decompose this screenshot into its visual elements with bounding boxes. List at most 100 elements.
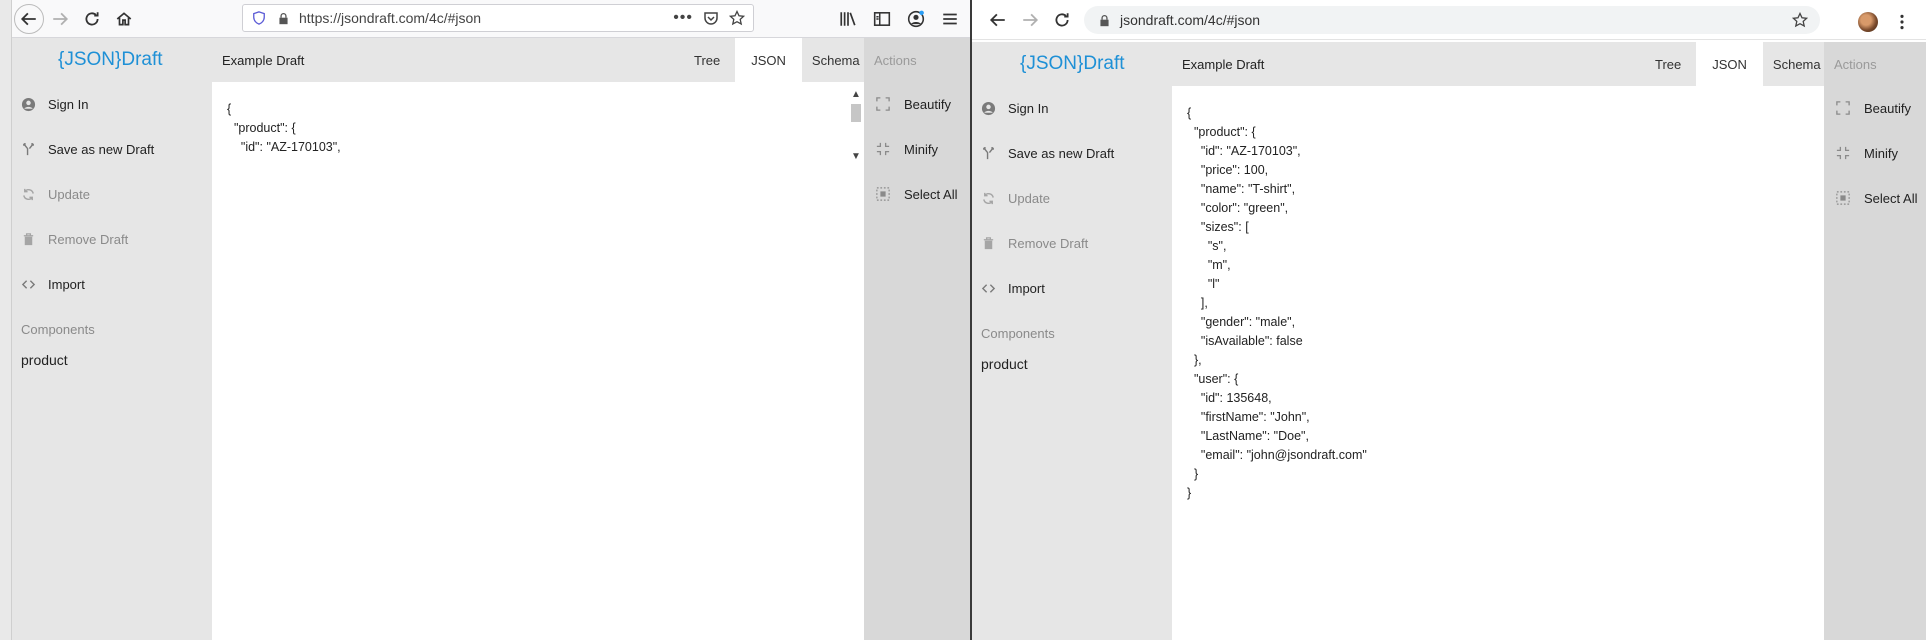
select-all-action[interactable]: Select All [876,182,957,206]
code-line[interactable]: "product": { [1187,123,1367,142]
sync-icon [980,190,996,206]
code-line[interactable]: "color": "green", [1187,199,1367,218]
sidebar: Sign In Save as new Draft Update Remove … [12,82,212,640]
json-editor[interactable]: { "product": { "id": "AZ-170103", ▲ ▼ [212,82,864,640]
save-as-new-draft-item[interactable]: Save as new Draft [20,137,154,161]
remove-draft-label: Remove Draft [1008,235,1089,251]
json-editor[interactable]: { "product": { "id": "AZ-170103", "price… [1172,86,1824,640]
json-code[interactable]: { "product": { "id": "AZ-170103", "price… [1187,104,1367,503]
back-button[interactable] [14,3,44,34]
beautify-action[interactable]: Beautify [876,92,951,116]
app-logo[interactable]: {JSON}Draft [1020,53,1125,75]
component-item-product[interactable]: product [21,352,68,368]
sidebar-toggle-button[interactable] [868,3,896,35]
home-icon [116,11,132,25]
remove-draft-item[interactable]: Remove Draft [20,227,128,251]
remove-draft-item[interactable]: Remove Draft [980,231,1088,255]
forward-arrow-icon [1023,13,1039,26]
update-item[interactable]: Update [20,182,90,206]
jsondraft-app: {JSON}Draft Example Draft Tree JSON Sche… [972,42,1926,640]
account-button[interactable] [902,3,930,35]
code-line[interactable]: "gender": "male", [1187,313,1367,332]
code-line[interactable]: "name": "T-shirt", [1187,180,1367,199]
code-line[interactable]: "firstName": "John", [1187,408,1367,427]
tracking-shield-icon[interactable] [251,10,267,26]
component-item-product[interactable]: product [981,356,1028,372]
code-line[interactable]: "id": 135648, [1187,389,1367,408]
address-bar[interactable]: https://jsondraft.com/4c/#json ••• [242,4,754,32]
import-item[interactable]: Import [980,276,1045,300]
jsondraft-app: {JSON}Draft Example Draft Tree JSON Sche… [12,38,970,640]
chrome-menu-button[interactable] [1888,6,1916,38]
forward-button[interactable] [1014,4,1046,36]
expand-icon [1836,101,1850,115]
code-line[interactable]: "product": { [227,119,341,138]
tab-schema[interactable]: Schema [802,38,870,82]
save-as-new-draft-item[interactable]: Save as new Draft [980,141,1114,165]
reload-button[interactable] [76,3,108,35]
code-line[interactable]: }, [1187,351,1367,370]
code-line[interactable]: "LastName": "Doe", [1187,427,1367,446]
code-line[interactable]: } [1187,484,1367,503]
sign-in-item[interactable]: Sign In [980,96,1048,120]
bookmark-star-icon[interactable] [729,10,745,26]
components-header: Components [981,326,1055,341]
tab-schema[interactable]: Schema [1763,42,1831,86]
profile-button[interactable] [1854,6,1882,38]
actions-header: Actions [864,38,970,82]
code-line[interactable]: { [227,100,341,119]
pocket-icon[interactable] [703,10,719,26]
compress-icon [1836,146,1850,160]
minify-action[interactable]: Minify [1836,141,1898,165]
back-arrow-icon [20,12,36,25]
lock-icon[interactable] [1096,12,1112,28]
code-line[interactable]: "s", [1187,237,1367,256]
tab-json[interactable]: JSON [735,38,802,82]
tab-tree[interactable]: Tree [1640,42,1696,86]
remove-draft-label: Remove Draft [48,231,129,247]
code-line[interactable]: "m", [1187,256,1367,275]
code-line[interactable]: "price": 100, [1187,161,1367,180]
code-line[interactable]: "id": "AZ-170103", [227,138,341,157]
code-line[interactable]: "sizes": [ [1187,218,1367,237]
json-code[interactable]: { "product": { "id": "AZ-170103", [227,100,341,157]
reload-button[interactable] [1046,4,1078,36]
beautify-action[interactable]: Beautify [1836,96,1911,120]
minify-action[interactable]: Minify [876,137,938,161]
fork-icon [20,141,36,157]
code-line[interactable]: } [1187,465,1367,484]
select-all-icon [1836,191,1850,205]
sign-in-item[interactable]: Sign In [20,92,88,116]
editor-scrollbar[interactable]: ▲ ▼ [850,88,862,162]
scroll-up-arrow-icon[interactable]: ▲ [850,88,862,100]
more-actions-icon[interactable]: ••• [673,9,693,27]
lock-icon[interactable] [275,10,291,26]
reload-icon [85,11,99,25]
menu-button[interactable] [936,3,964,35]
tab-json[interactable]: JSON [1696,42,1763,86]
code-line[interactable]: "email": "john@jsondraft.com" [1187,446,1367,465]
address-bar[interactable]: jsondraft.com/4c/#json [1084,6,1820,34]
code-line[interactable]: "isAvailable": false [1187,332,1367,351]
code-line[interactable]: "user": { [1187,370,1367,389]
library-button[interactable] [834,3,862,35]
code-line[interactable]: { [1187,104,1367,123]
bookmark-star-icon[interactable] [1792,12,1808,28]
scroll-thumb[interactable] [851,104,861,122]
view-tabs: Tree JSON Schema [679,38,870,82]
code-line[interactable]: ], [1187,294,1367,313]
forward-button[interactable] [44,3,76,35]
app-logo[interactable]: {JSON}Draft [58,49,163,71]
code-line[interactable]: "id": "AZ-170103", [1187,142,1367,161]
home-button[interactable] [108,3,140,35]
scroll-down-arrow-icon[interactable]: ▼ [850,150,862,162]
forward-arrow-icon [53,12,69,25]
import-item[interactable]: Import [20,272,85,296]
update-item[interactable]: Update [980,186,1050,210]
tab-tree[interactable]: Tree [679,38,735,82]
select-all-action[interactable]: Select All [1836,186,1917,210]
back-button[interactable] [982,4,1014,36]
app-header: {JSON}Draft Example Draft Tree JSON Sche… [972,42,1926,86]
code-line[interactable]: "l" [1187,275,1367,294]
app-header: {JSON}Draft Example Draft Tree JSON Sche… [12,38,970,82]
